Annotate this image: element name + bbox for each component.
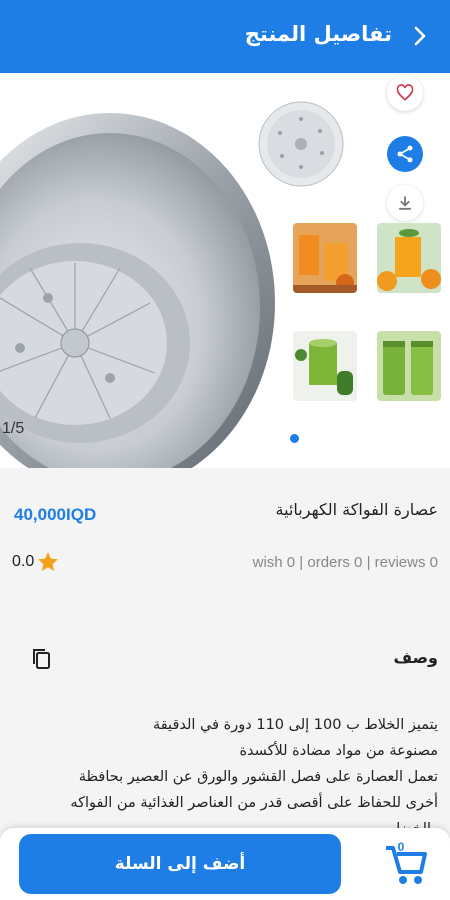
description-line: يتميز الخلاط ب 100 إلى 110 دورة في الدقي… [152,717,438,733]
accessory-disc-image [258,101,344,187]
description-line: تعمل العصارة على فصل القشور والورق عن ال… [78,769,438,785]
app-bar: تفاصيل المنتج [0,0,450,73]
download-button[interactable] [387,185,423,221]
heart-icon [396,84,414,101]
add-to-cart-button[interactable]: أضف إلى السلة [19,834,341,894]
product-details-screen: تفاصيل المنتج 1/5 عصارة الفواكة الكهربائ… [0,0,450,900]
share-button[interactable] [387,136,423,172]
star-icon [38,552,59,571]
description-line: مصنوعة من مواد مضادة للأكسدة [239,743,438,759]
bottom-action-bar: أضف إلى السلة 0 [0,828,450,900]
description-line: أخرى للحفاظ على أقصى قدر من العناصر الغذ… [70,795,438,811]
thumbnail-orange-juice-fruit[interactable] [377,223,441,293]
cart-count-badge: 0 [397,840,405,854]
product-description: يتميز الخلاط ب 100 إلى 110 دورة في الدقي… [10,712,438,830]
download-icon [399,196,411,210]
thumbnail-green-juice-bottles[interactable] [377,331,441,401]
copy-icon[interactable] [31,647,53,671]
thumbnail-orange-juice-glasses[interactable] [293,223,357,293]
product-name: عصارة الفواكة الكهربائية [275,500,438,519]
description-title: وصف [393,648,438,667]
thumbnail-green-juice-cucumber[interactable] [293,331,357,401]
product-main-image[interactable] [0,103,280,468]
product-gallery[interactable]: 1/5 [0,73,450,468]
chevron-right-icon[interactable] [408,24,432,48]
product-rating: 0.0 [12,550,60,574]
rating-value: 0.0 [12,553,35,570]
product-stats: wish 0 | orders 0 | reviews 0 [252,554,438,571]
product-price: 40,000IQD [14,505,97,524]
pager-dot[interactable] [290,434,299,443]
page-title: تفاصيل المنتج [244,22,392,46]
image-counter: 1/5 [2,420,25,437]
favorite-button[interactable] [387,75,423,111]
share-icon [397,145,413,163]
